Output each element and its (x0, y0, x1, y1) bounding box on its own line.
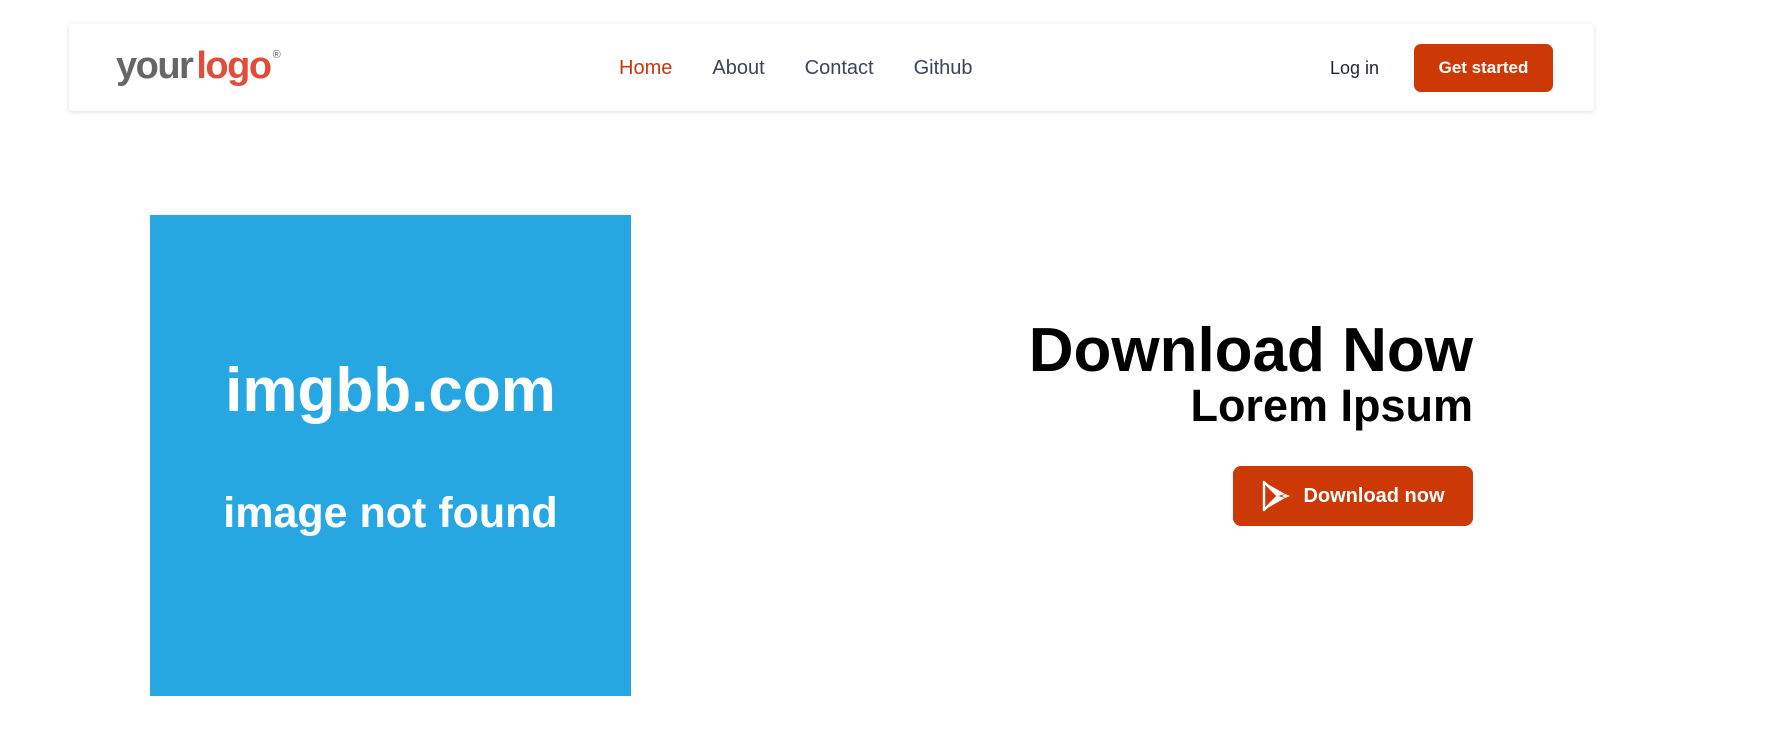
hero-text-block: Download Now Lorem Ipsum (1029, 317, 1473, 431)
main-nav: Home About Contact Github (619, 55, 973, 81)
login-link[interactable]: Log in (1330, 56, 1379, 80)
image-placeholder-title: imgbb.com (225, 355, 556, 425)
nav-link-github[interactable]: Github (914, 55, 973, 81)
download-now-label: Download now (1303, 484, 1445, 507)
nav-link-home[interactable]: Home (619, 55, 672, 81)
nav-link-contact[interactable]: Contact (805, 55, 874, 81)
hero-image-placeholder: imgbb.com image not found (150, 215, 631, 696)
hero-subtitle: Lorem Ipsum (1190, 380, 1473, 431)
logo-registered-mark: ® (272, 49, 281, 61)
logo-text-logo: logo (196, 45, 272, 87)
image-placeholder-subtitle: image not found (223, 488, 558, 537)
navbar: your logo ® Home About Contact Github Lo… (69, 24, 1594, 111)
hero-title: Download Now (1028, 316, 1473, 385)
logo-text-your: your (116, 45, 194, 87)
get-started-button[interactable]: Get started (1414, 44, 1553, 92)
site-logo[interactable]: your logo ® (116, 44, 281, 88)
nav-link-about[interactable]: About (712, 55, 764, 81)
google-play-icon (1263, 480, 1291, 512)
download-now-button[interactable]: Download now (1233, 466, 1473, 526)
